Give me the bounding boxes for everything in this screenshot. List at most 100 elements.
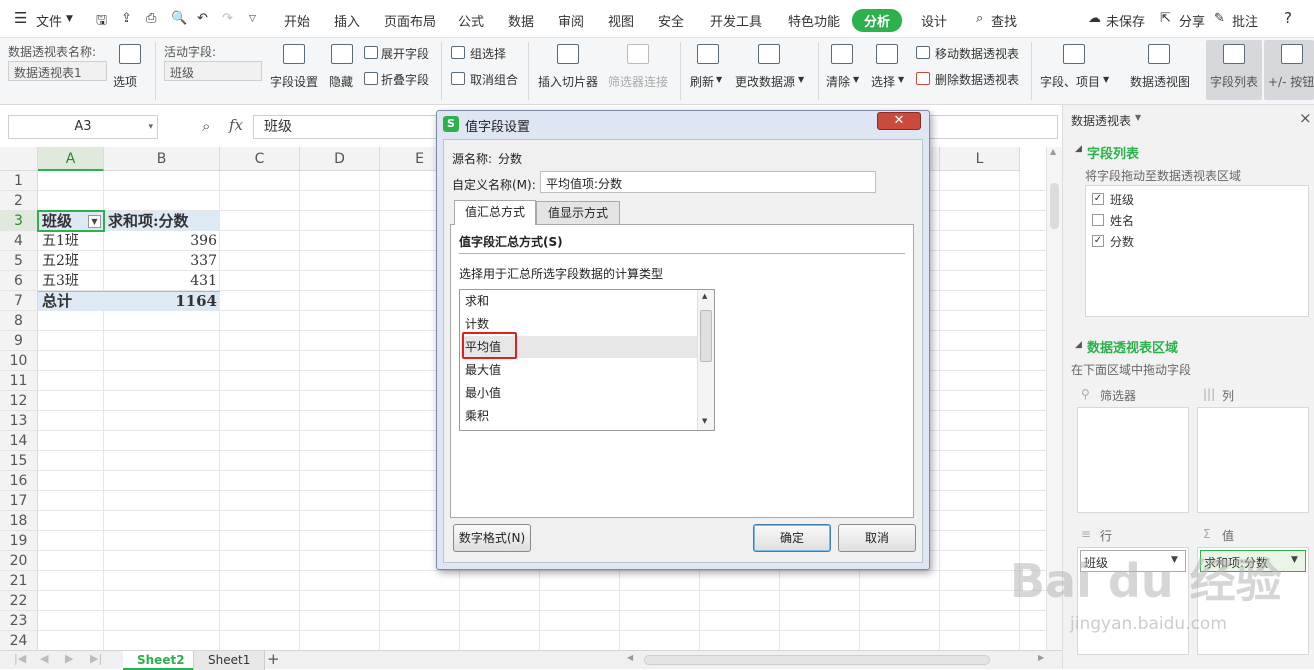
pivot-row-value[interactable]: 396 [108,231,217,251]
list-scroll-up-icon[interactable]: ▲ [702,292,707,300]
panel-title-dropdown-icon[interactable]: ▼ [1135,113,1141,122]
row-header[interactable]: 24 [0,631,38,650]
expand-field-button[interactable]: 展开字段 [381,45,429,62]
print-icon[interactable]: ⎙ [146,11,156,26]
hscroll-left-icon[interactable]: ◀ [627,653,633,662]
comment-button[interactable]: 批注 [1232,11,1258,30]
panel-close-icon[interactable]: × [1299,109,1312,127]
fields-items-dropdown-icon[interactable]: ▼ [1103,75,1109,84]
pivot-row-value[interactable]: 431 [108,271,217,291]
ungroup-icon[interactable] [451,72,465,85]
share-button[interactable]: 分享 [1179,11,1205,30]
clear-button[interactable]: 清除 [826,73,850,90]
change-source-icon[interactable] [758,44,780,64]
row-header[interactable]: 8 [0,311,38,331]
group-selection-icon[interactable] [451,46,465,59]
pivot-total-label[interactable]: 总计 [42,291,72,311]
fields-items-icon[interactable] [1063,44,1085,64]
move-pivot-icon[interactable] [916,46,930,59]
prev-sheet-icon[interactable]: ◀ [40,652,48,665]
dialog-titlebar[interactable]: S 值字段设置 ✕ [437,111,929,137]
insert-slicer-icon[interactable] [557,44,579,64]
expand-field-icon[interactable] [364,46,378,59]
select-button[interactable]: 选择 [871,73,895,90]
export-icon[interactable]: ⇪ [121,11,132,26]
row-header[interactable]: 4 [0,231,38,251]
field-list-icon[interactable] [1223,44,1245,64]
list-scroll-thumb[interactable] [700,310,712,362]
row-header[interactable]: 6 [0,271,38,291]
field-item-score[interactable]: 分数 [1110,233,1134,250]
clear-icon[interactable] [831,44,853,64]
field-list-button[interactable]: 字段列表 [1210,73,1258,90]
tab-special-features[interactable]: 特色功能 [788,11,840,30]
sheet-tab-sheet1[interactable]: Sheet1 [193,651,266,670]
clear-dropdown-icon[interactable]: ▼ [853,75,859,84]
print-preview-icon[interactable]: 🔍 [171,11,187,26]
pivot-row-label[interactable]: 五2班 [42,251,79,271]
field-item-name[interactable]: 姓名 [1110,212,1134,229]
first-sheet-icon[interactable]: |◀ [14,652,26,665]
row-header[interactable]: 11 [0,371,38,391]
delete-pivot-icon[interactable] [916,72,930,85]
column-header[interactable]: A [38,147,104,171]
move-pivot-button[interactable]: 移动数据透视表 [935,45,1019,62]
tab-view[interactable]: 视图 [608,11,634,30]
search-button[interactable]: 查找 [991,11,1017,30]
hscroll-right-icon[interactable]: ▶ [1038,653,1044,662]
pivot-chart-button[interactable]: 数据透视图 [1130,73,1190,90]
search-icon[interactable]: ⌕ [976,11,983,26]
row-header[interactable]: 5 [0,251,38,271]
filter-dropdown-icon[interactable]: ▼ [88,215,101,228]
column-area-box[interactable] [1197,407,1309,513]
redo-icon[interactable]: ↷ [222,11,233,26]
pivot-chart-icon[interactable] [1148,44,1170,64]
checkbox-checked-icon[interactable]: ✓ [1092,193,1104,205]
list-scroll-down-icon[interactable]: ▼ [702,417,707,425]
tab-analyze[interactable]: 分析 [852,9,903,32]
pivot-header-class[interactable]: 班级 [42,211,72,231]
last-sheet-icon[interactable]: ▶| [90,652,102,665]
row-header[interactable]: 1 [0,171,38,191]
ungroup-button[interactable]: 取消组合 [470,71,518,88]
options-button[interactable]: 选项 [113,73,137,90]
pivot-row-label[interactable]: 五1班 [42,231,79,251]
ok-button[interactable]: 确定 [753,524,831,552]
row-header[interactable]: 3 [0,211,38,231]
scroll-up-icon[interactable]: ▲ [1050,147,1056,156]
menu-file[interactable]: 文件 [36,11,62,30]
tab-security[interactable]: 安全 [658,11,684,30]
collapse-field-button[interactable]: 折叠字段 [381,71,429,88]
pivot-row-label[interactable]: 五3班 [42,271,79,291]
field-item-class[interactable]: 班级 [1110,191,1134,208]
save-icon[interactable]: 🖫 [96,11,107,33]
tab-formulas[interactable]: 公式 [458,11,484,30]
row-header[interactable]: 17 [0,491,38,511]
delete-pivot-button[interactable]: 删除数据透视表 [935,71,1019,88]
list-item-product[interactable]: 乘积 [461,405,697,427]
share-icon[interactable]: ⇱ [1160,11,1171,26]
file-dropdown-icon[interactable]: ▼ [66,14,73,24]
chip-dropdown-icon[interactable]: ▼ [1291,555,1298,565]
filter-area-box[interactable] [1077,407,1189,513]
pivot-total-value[interactable]: 1164 [108,291,217,311]
row-header[interactable]: 18 [0,511,38,531]
calculation-type-list[interactable]: 求和 计数 平均值 最大值 最小值 乘积 ▲ ▼ [459,289,715,431]
change-source-button[interactable]: 更改数据源 [735,73,795,90]
active-field-input[interactable]: 班级 [164,61,262,81]
quick-access-dropdown-icon[interactable]: ▽ [249,14,256,24]
tab-page-layout[interactable]: 页面布局 [384,11,436,30]
tab-summarize-by[interactable]: 值汇总方式 [454,200,536,225]
pivot-row-value[interactable]: 337 [108,251,217,271]
select-all-corner[interactable] [0,147,38,171]
hide-button[interactable]: 隐藏 [329,73,353,90]
row-header[interactable]: 22 [0,591,38,611]
tab-developer[interactable]: 开发工具 [710,11,762,30]
next-sheet-icon[interactable]: ▶ [65,652,73,665]
options-icon[interactable] [119,44,141,64]
fx-icon[interactable]: fx [229,116,243,134]
scroll-thumb[interactable] [1050,183,1059,229]
row-header[interactable]: 10 [0,351,38,371]
row-header[interactable]: 16 [0,471,38,491]
unsaved-status[interactable]: 未保存 [1106,11,1145,30]
